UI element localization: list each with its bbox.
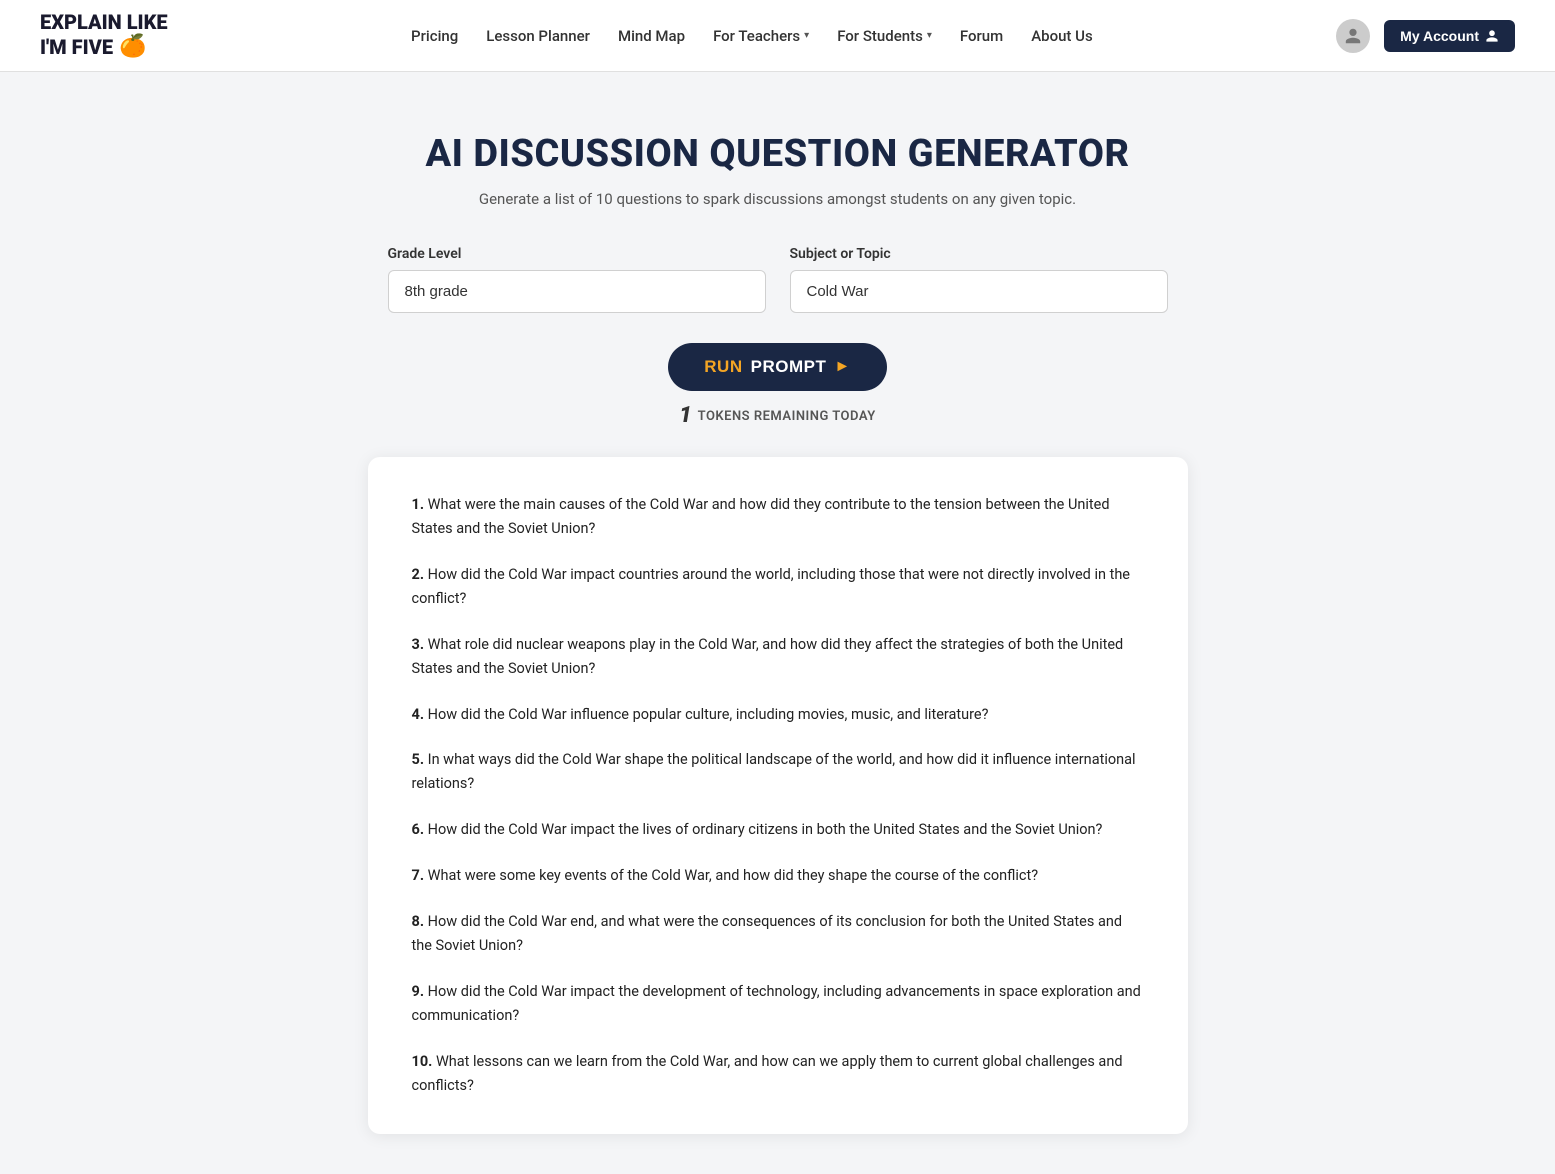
nav-item-about-us[interactable]: About Us	[1031, 26, 1093, 45]
question-item: 5. In what ways did the Cold War shape t…	[412, 748, 1144, 796]
results-card: 1. What were the main causes of the Cold…	[368, 457, 1188, 1134]
nav-link-pricing[interactable]: Pricing	[411, 27, 458, 45]
question-item: 7. What were some key events of the Cold…	[412, 864, 1144, 888]
question-item: 10. What lessons can we learn from the C…	[412, 1050, 1144, 1098]
grade-level-group: Grade Level	[388, 246, 766, 313]
prompt-text: PROMPT	[751, 357, 827, 377]
nav-link-mind-map[interactable]: Mind Map	[618, 27, 685, 45]
subject-group: Subject or Topic	[790, 246, 1168, 313]
logo-text-line1: EXPLAIN LIKE	[40, 10, 168, 34]
nav-links: Pricing Lesson Planner Mind Map For Teac…	[411, 26, 1093, 45]
subject-label: Subject or Topic	[790, 246, 1168, 262]
navbar: EXPLAIN LIKE I'M FIVE 🍊 Pricing Lesson P…	[0, 0, 1555, 72]
grade-level-input[interactable]	[388, 270, 766, 313]
question-item: 1. What were the main causes of the Cold…	[412, 493, 1144, 541]
chevron-down-icon: ▾	[804, 30, 809, 41]
user-icon	[1344, 27, 1362, 45]
avatar[interactable]	[1336, 19, 1370, 53]
nav-item-lesson-planner[interactable]: Lesson Planner	[486, 26, 590, 45]
logo-text-line2: I'M FIVE	[40, 35, 113, 59]
question-item: 4. How did the Cold War influence popula…	[412, 703, 1144, 727]
page-subtitle: Generate a list of 10 questions to spark…	[479, 190, 1076, 208]
question-item: 3. What role did nuclear weapons play in…	[412, 633, 1144, 681]
nav-item-pricing[interactable]: Pricing	[411, 26, 458, 45]
logo[interactable]: EXPLAIN LIKE I'M FIVE 🍊	[40, 10, 168, 60]
tokens-label: TOKENS REMAINING TODAY	[698, 409, 876, 424]
my-account-button[interactable]: My Account	[1384, 20, 1515, 52]
subject-input[interactable]	[790, 270, 1168, 313]
run-prompt-button[interactable]: RUN PROMPT ►	[668, 343, 886, 391]
nav-link-for-students: For Students	[837, 27, 923, 45]
nav-item-mind-map[interactable]: Mind Map	[618, 26, 685, 45]
main-content: AI DISCUSSION QUESTION GENERATOR Generat…	[0, 72, 1555, 1174]
question-item: 6. How did the Cold War impact the lives…	[412, 818, 1144, 842]
nav-item-forum[interactable]: Forum	[960, 26, 1003, 45]
question-item: 8. How did the Cold War end, and what we…	[412, 910, 1144, 958]
tokens-row: 1 TOKENS REMAINING TODAY	[679, 405, 876, 427]
nav-item-for-students[interactable]: For Students ▾	[837, 27, 932, 45]
grade-level-label: Grade Level	[388, 246, 766, 262]
chevron-down-icon: ▾	[927, 30, 932, 41]
form-container: Grade Level Subject or Topic	[388, 246, 1168, 313]
logo-emoji: 🍊	[119, 34, 146, 60]
page-title: AI DISCUSSION QUESTION GENERATOR	[425, 132, 1129, 176]
nav-link-lesson-planner[interactable]: Lesson Planner	[486, 27, 590, 45]
nav-link-about-us[interactable]: About Us	[1031, 27, 1093, 45]
question-item: 9. How did the Cold War impact the devel…	[412, 980, 1144, 1028]
account-icon	[1485, 29, 1499, 43]
nav-item-for-teachers[interactable]: For Teachers ▾	[713, 27, 809, 45]
arrow-right-icon: ►	[834, 358, 850, 376]
nav-link-forum[interactable]: Forum	[960, 27, 1003, 45]
nav-link-for-teachers: For Teachers	[713, 27, 800, 45]
tokens-number: 1	[679, 405, 691, 427]
run-text: RUN	[704, 357, 742, 377]
my-account-label: My Account	[1400, 28, 1479, 44]
nav-right: My Account	[1336, 19, 1515, 53]
question-item: 2. How did the Cold War impact countries…	[412, 563, 1144, 611]
